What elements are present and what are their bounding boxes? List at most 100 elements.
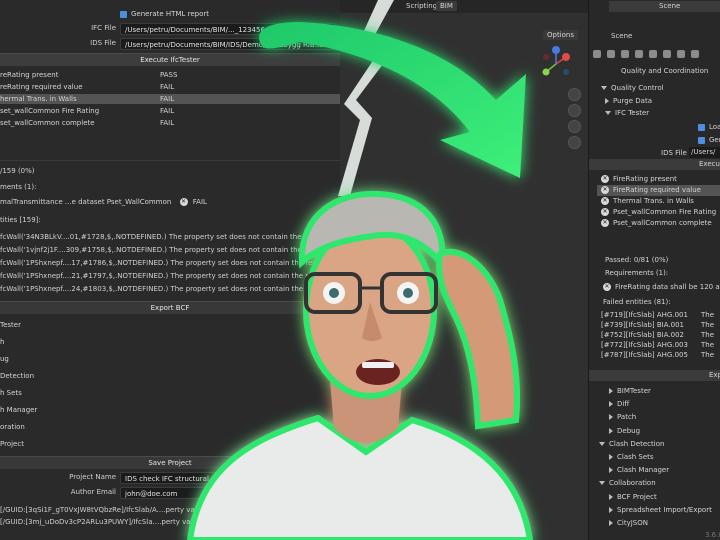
scene-header[interactable]: Scene: [609, 1, 720, 12]
entity-row[interactable]: fcWall('1PShxnepf....21,#1797,$,.NOTDEFI…: [0, 271, 340, 282]
tool-icon[interactable]: [691, 50, 699, 58]
result-row[interactable]: ✕ FireRating present: [597, 174, 720, 185]
entity-row[interactable]: fcWall('1PShxnepf....17,#1786,$,.NOTDEFI…: [0, 258, 340, 269]
ids-file-label: IDS File: [90, 39, 116, 47]
navigation-gizmo[interactable]: [536, 44, 576, 84]
tool-icon[interactable]: [649, 50, 657, 58]
result-row[interactable]: reRating present PASS: [0, 70, 340, 80]
load-option[interactable]: Load: [698, 122, 720, 133]
section-item[interactable]: h Sets: [0, 388, 22, 399]
tool-icon[interactable]: [593, 50, 601, 58]
result-row[interactable]: ✕ Pset_wallCommon Fire Rating: [597, 207, 720, 218]
tree-item[interactable]: Collaboration: [599, 478, 656, 489]
result-status: FAIL: [160, 83, 175, 91]
tool-icon[interactable]: [621, 50, 629, 58]
fail-icon: ✕: [601, 197, 609, 205]
entity-row[interactable]: fcWall('1vjnf2j1F....309,#1758,$,.NOTDEF…: [0, 245, 340, 256]
entity-row[interactable]: fcWall('34N3BLkV....01,#1728,$,.NOTDEFIN…: [0, 232, 340, 243]
bcf-row[interactable]: [/GUID:[3mj_uDoDv3cP2ARLu3PUWY]/IfcSla..…: [0, 517, 260, 528]
3d-viewport[interactable]: Scripting BIM Options: [340, 0, 588, 540]
result-row[interactable]: ✕ Pset_wallCommon complete: [597, 218, 720, 229]
tree-item[interactable]: Diff: [609, 399, 629, 410]
bcf-row[interactable]: [/GUID:[3qSi1F_gT0VxJW8tVQbzRe]/IfcSlab/…: [0, 505, 264, 516]
ifc-file-input[interactable]: /Users/petru/Documents/BIM/..._123456_12…: [120, 23, 335, 35]
export-button[interactable]: Exp: [589, 370, 720, 381]
tree-item[interactable]: Spreadsheet Import/Export: [609, 505, 712, 516]
entities-header: tities [159]:: [0, 216, 41, 224]
result-row[interactable]: ✕ Thermal Trans. in Walls: [597, 196, 720, 207]
ifc-file-label: IFC File: [91, 24, 116, 32]
tab-bim[interactable]: BIM: [436, 1, 457, 11]
result-row[interactable]: set_wallCommon Fire Rating FAIL: [0, 106, 340, 116]
tree-item[interactable]: Clash Detection: [599, 439, 664, 450]
options-dropdown[interactable]: Options: [542, 30, 578, 40]
result-row[interactable]: ✕ FireRating required value: [597, 185, 720, 196]
purge-data-section[interactable]: Purge Data: [605, 96, 652, 107]
execute-ifctester-button[interactable]: Execute IfcTester: [0, 53, 340, 66]
result-status: FAIL: [160, 95, 175, 103]
zoom-icon[interactable]: [568, 88, 581, 101]
result-row[interactable]: set_wallCommon complete FAIL: [0, 118, 340, 128]
section-item[interactable]: Project: [0, 439, 24, 450]
result-row[interactable]: reRating required value FAIL: [0, 82, 340, 92]
author-email-input[interactable]: john@doe.com: [120, 487, 240, 499]
result-name: hermal Trans. in Walls: [0, 95, 77, 103]
entity-id: [#739][IfcSlab] BIA.001: [601, 321, 684, 329]
tool-icon[interactable]: [677, 50, 685, 58]
fail-icon: ✕: [603, 283, 611, 291]
result-name: set_wallCommon complete: [0, 119, 95, 127]
checkbox-icon[interactable]: [698, 123, 705, 131]
tree-item[interactable]: BCF Project: [609, 492, 657, 503]
grid-icon[interactable]: [568, 136, 581, 149]
requirement-item[interactable]: ✕FireRating data shall be 120 and in: [603, 282, 720, 293]
tool-icon[interactable]: [635, 50, 643, 58]
result-name: set_wallCommon Fire Rating: [0, 107, 100, 115]
ids-file-input[interactable]: /Users/petru/Documents/BIM/IDS/Demo/Stat…: [120, 38, 335, 50]
generate-option[interactable]: Gener: [698, 135, 720, 146]
tree-item[interactable]: Debug: [609, 426, 640, 437]
requirements-header: ments (1):: [0, 183, 37, 191]
generate-html-option[interactable]: Generate HTML report: [120, 9, 209, 20]
checkbox-icon[interactable]: [120, 10, 127, 18]
execute-button[interactable]: Execute: [589, 159, 720, 170]
chevron-down-icon: [599, 481, 605, 486]
chevron-right-icon: [609, 414, 613, 421]
fail-icon: ✕: [601, 186, 609, 194]
result-row[interactable]: hermal Trans. in Walls FAIL: [0, 94, 340, 104]
section-item[interactable]: h Manager: [0, 405, 37, 416]
tree-item[interactable]: Clash Manager: [609, 465, 669, 476]
tree-item[interactable]: BIMTester: [609, 386, 651, 397]
section-item[interactable]: h: [0, 337, 4, 348]
section-item[interactable]: Detection: [0, 371, 34, 382]
entity-id: [#787][IfcSlab] AHG.005: [601, 351, 688, 359]
tool-icon[interactable]: [607, 50, 615, 58]
requirement-item[interactable]: malTransmittance ...e dataset Pset_WallC…: [0, 197, 207, 208]
divider: [0, 160, 340, 161]
quality-control-section[interactable]: Quality Control: [601, 83, 664, 94]
project-name-input[interactable]: IDS check IFC structural model: [120, 472, 240, 484]
export-bcf-button[interactable]: Export BCF: [0, 301, 340, 314]
camera-icon[interactable]: [568, 120, 581, 133]
pan-icon[interactable]: [568, 104, 581, 117]
entity-id: [#772][IfcSlab] AHG.003: [601, 341, 688, 349]
checkbox-icon[interactable]: [698, 136, 705, 144]
tree-item[interactable]: Clash Sets: [609, 452, 654, 463]
tab-scripting[interactable]: Scripting: [406, 2, 437, 10]
tree-label: Patch: [617, 413, 637, 422]
ifc-tester-section[interactable]: IFC Tester: [605, 108, 649, 119]
result-name: reRating required value: [0, 83, 83, 91]
entity-row[interactable]: fcWall('1PShxnepf....24,#1803,$,.NOTDEFI…: [0, 284, 340, 295]
workspace-tabs: Scripting BIM: [340, 0, 588, 13]
tool-icon[interactable]: [663, 50, 671, 58]
ids-file-input[interactable]: /Users/: [689, 147, 720, 158]
section-item[interactable]: oration: [0, 422, 25, 433]
section-item[interactable]: ug: [0, 354, 9, 365]
result-name: reRating present: [0, 71, 59, 79]
tree-item[interactable]: CityJSON: [609, 518, 648, 529]
section-item[interactable]: Tester: [0, 320, 21, 331]
result-status: FAIL: [160, 107, 175, 115]
failed-entity-row[interactable]: [#787][IfcSlab] AHG.005 The: [601, 350, 720, 361]
tree-label: CityJSON: [617, 519, 648, 527]
tree-item[interactable]: Patch: [609, 412, 636, 423]
save-project-button[interactable]: Save Project: [0, 456, 340, 469]
